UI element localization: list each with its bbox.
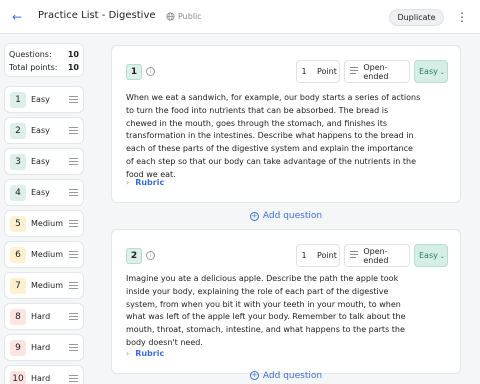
difficulty-label: Hard <box>31 343 51 352</box>
question-list-item[interactable]: 4 Easy <box>4 179 84 206</box>
question-number: 1 <box>126 64 142 80</box>
add-question-label: Add question <box>262 211 323 221</box>
question-card: 2 i 1 Point Open-ended Easy ⌄ Imagine you… <box>111 229 461 374</box>
rubric-label: Rubric <box>135 349 165 358</box>
chevron-down-icon: ⌄ <box>439 69 445 76</box>
points-label: Point <box>317 67 337 76</box>
drag-handle-icon[interactable] <box>69 282 78 289</box>
question-number: 3 <box>10 154 26 170</box>
question-list-item[interactable]: 8 Hard <box>4 303 84 330</box>
chevron-right-icon: › <box>126 178 130 187</box>
summary-panel: Questions: 10 Total points: 10 <box>4 43 84 77</box>
drag-handle-icon[interactable] <box>69 96 78 103</box>
visibility-status[interactable]: Public <box>166 12 202 21</box>
drag-handle-icon[interactable] <box>69 189 78 196</box>
question-number: 2 <box>10 123 26 139</box>
question-number: 4 <box>10 185 26 201</box>
rubric-label: Rubric <box>135 178 165 187</box>
total-points-label: Total points: <box>9 63 58 72</box>
top-bar: ← Practice List - Digestive Sy... Public… <box>0 0 480 34</box>
difficulty-label: Easy <box>31 95 50 104</box>
globe-icon <box>166 12 175 21</box>
info-icon[interactable]: i <box>146 67 155 76</box>
duplicate-button[interactable]: Duplicate <box>389 9 444 26</box>
question-text: Imagine you ate a delicious apple. Descr… <box>126 274 406 347</box>
info-icon[interactable]: i <box>146 251 155 260</box>
difficulty-label: Hard <box>31 312 51 321</box>
questions-count-value: 10 <box>67 50 79 59</box>
page-title: Practice List - Digestive Sy... <box>38 10 158 21</box>
question-number: 10 <box>10 371 26 384</box>
chevron-down-icon: ⌄ <box>439 253 445 260</box>
main-content: 1 i 1 Point Open-ended Easy ⌄ When we eat… <box>111 45 461 374</box>
add-question-label: Add question <box>262 371 323 381</box>
difficulty-select[interactable]: Easy ⌄ <box>414 60 448 83</box>
add-question-button[interactable]: + Add question <box>111 371 461 384</box>
rubric-toggle[interactable]: › Rubric <box>126 178 164 187</box>
question-list-item[interactable]: 7 Medium <box>4 272 84 299</box>
points-label: Point <box>317 251 337 260</box>
difficulty-label: Medium <box>31 281 63 290</box>
question-list-item[interactable]: 2 Easy <box>4 117 84 144</box>
plus-circle-icon: + <box>249 371 259 380</box>
question-number: 5 <box>10 216 26 232</box>
difficulty-label: Easy <box>31 188 50 197</box>
question-number: 2 <box>126 248 142 264</box>
question-type-select[interactable]: Open-ended <box>344 60 410 83</box>
question-list: 1 Easy 2 Easy 3 Easy 4 Easy 5 Medium 6 Medium 7 Mediu… <box>4 86 84 384</box>
question-number: 9 <box>10 340 26 356</box>
back-arrow-icon[interactable]: ← <box>10 10 24 24</box>
visibility-label: Public <box>178 12 202 21</box>
difficulty-select[interactable]: Easy ⌄ <box>414 244 448 267</box>
points-value: 1 <box>301 67 307 76</box>
questions-count-label: Questions: <box>9 50 52 59</box>
chevron-right-icon: › <box>126 349 130 358</box>
difficulty-label: Medium <box>31 219 63 228</box>
question-type-label: Open-ended <box>363 62 389 81</box>
question-number: 7 <box>10 278 26 294</box>
text-lines-icon <box>350 251 359 260</box>
drag-handle-icon[interactable] <box>69 344 78 351</box>
difficulty-label: Easy <box>419 67 438 76</box>
question-number: 8 <box>10 309 26 325</box>
question-type-label: Open-ended <box>363 246 389 265</box>
drag-handle-icon[interactable] <box>69 127 78 134</box>
difficulty-label: Easy <box>31 126 50 135</box>
add-question-button[interactable]: + Add question <box>111 203 461 229</box>
question-list-item[interactable]: 3 Easy <box>4 148 84 175</box>
difficulty-label: Easy <box>31 157 50 166</box>
difficulty-label: Easy <box>419 251 438 260</box>
drag-handle-icon[interactable] <box>69 251 78 258</box>
more-options-icon[interactable]: ⋮ <box>456 9 468 25</box>
text-lines-icon <box>350 67 359 76</box>
question-number: 1 <box>10 92 26 108</box>
points-field[interactable]: 1 Point <box>296 60 340 83</box>
drag-handle-icon[interactable] <box>69 158 78 165</box>
drag-handle-icon[interactable] <box>69 375 78 382</box>
question-type-select[interactable]: Open-ended <box>344 244 410 267</box>
question-list-item[interactable]: 1 Easy <box>4 86 84 113</box>
difficulty-label: Medium <box>31 250 63 259</box>
question-number: 6 <box>10 247 26 263</box>
rubric-toggle[interactable]: › Rubric <box>126 349 164 358</box>
question-text: When we eat a sandwich, for example, our… <box>126 93 421 179</box>
question-list-item[interactable]: 10 Hard <box>4 365 84 384</box>
question-list-item[interactable]: 6 Medium <box>4 241 84 268</box>
question-list-item[interactable]: 9 Hard <box>4 334 84 361</box>
difficulty-label: Hard <box>31 374 51 383</box>
points-field[interactable]: 1 Point <box>296 244 340 267</box>
drag-handle-icon[interactable] <box>69 220 78 227</box>
question-card: 1 i 1 Point Open-ended Easy ⌄ When we eat… <box>111 45 461 203</box>
points-value: 1 <box>301 251 307 260</box>
drag-handle-icon[interactable] <box>69 313 78 320</box>
question-list-item[interactable]: 5 Medium <box>4 210 84 237</box>
total-points-value: 10 <box>67 63 79 72</box>
plus-circle-icon: + <box>249 211 259 221</box>
